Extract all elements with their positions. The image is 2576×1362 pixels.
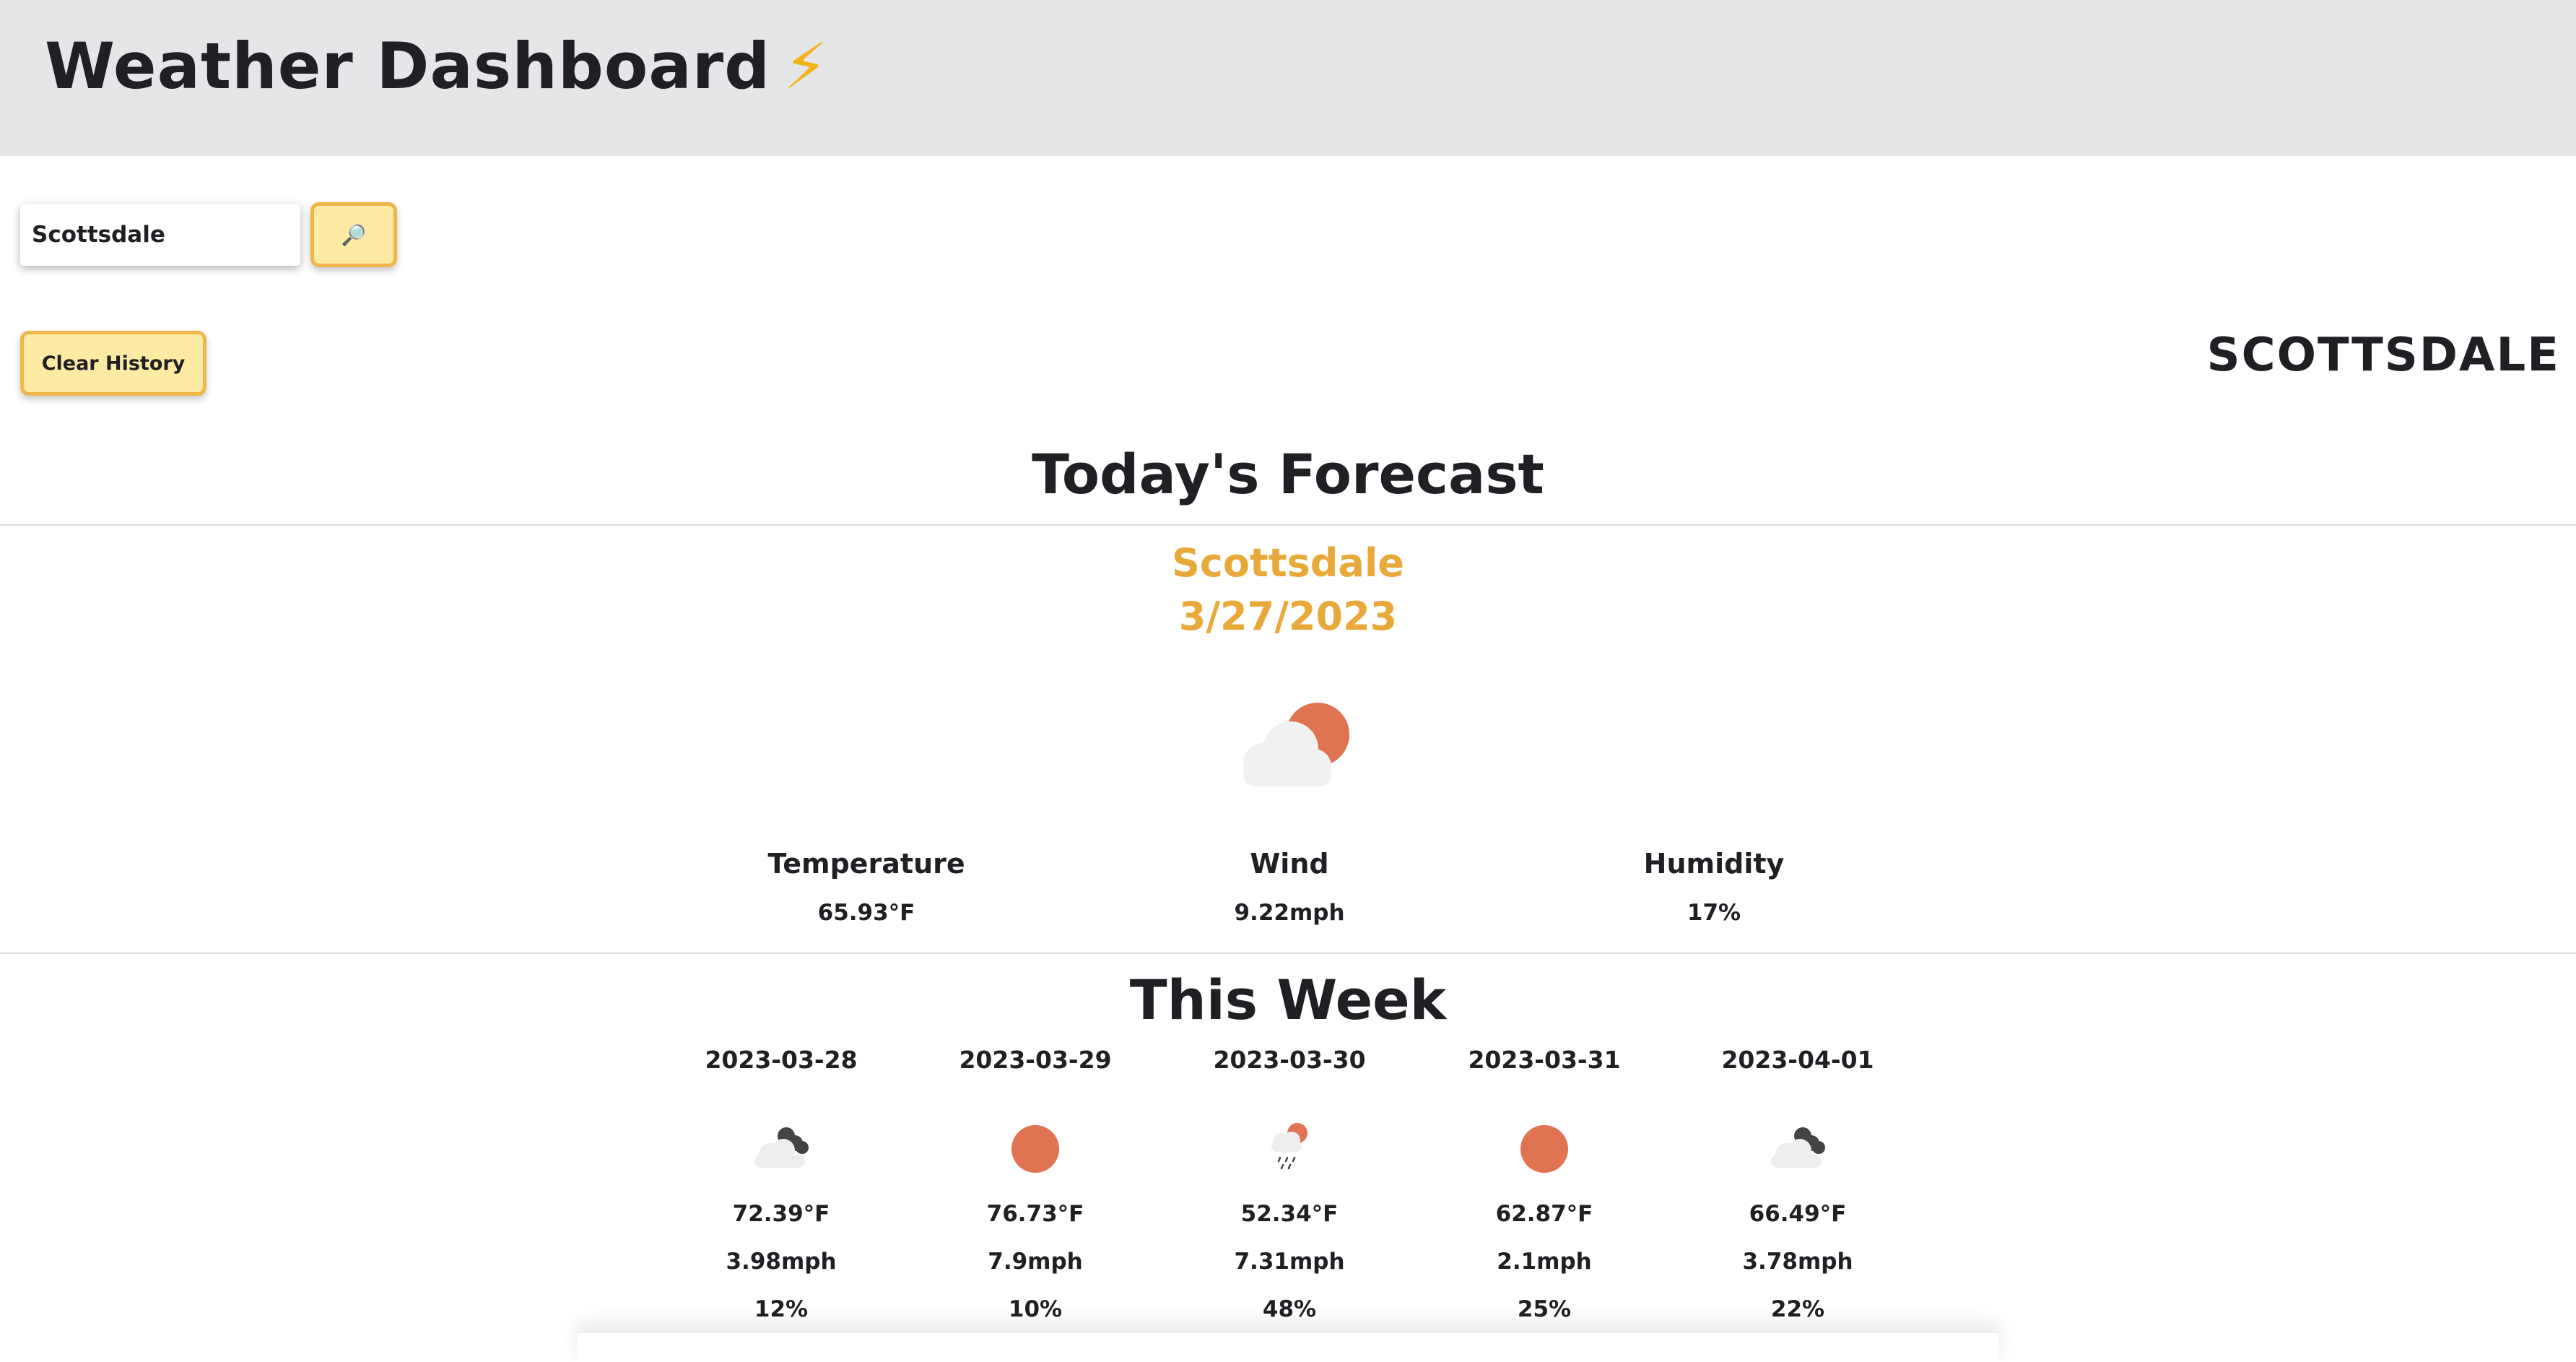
forecast-temp: 76.73°F — [986, 1201, 1084, 1227]
sun-icon — [1520, 1125, 1568, 1173]
wind-label: Wind — [1250, 848, 1329, 880]
cloudy-icon — [754, 1127, 809, 1168]
partly-cloudy-day-icon — [1243, 703, 1349, 786]
app-title-text: Weather Dashboard — [45, 29, 771, 103]
search-icon: 🔎 — [341, 222, 367, 247]
forecast-humidity: 10% — [1008, 1296, 1063, 1322]
current-date: 3/27/2023 — [1178, 594, 1398, 639]
forecast-date: 2023-03-29 — [959, 1046, 1112, 1074]
forecast-date: 2023-04-01 — [1721, 1046, 1874, 1074]
temperature-value: 65.93°F — [817, 900, 915, 926]
forecast-temp: 72.39°F — [732, 1201, 830, 1227]
forecast-date: 2023-03-28 — [705, 1046, 858, 1074]
forecast-day-card: 2023-03-30 52.34°F 7.31mph 48% — [1181, 1046, 1398, 1322]
forecast-date: 2023-03-30 — [1213, 1046, 1366, 1074]
forecast-humidity: 22% — [1770, 1296, 1825, 1322]
forecast-wind: 3.98mph — [726, 1249, 837, 1275]
divider — [0, 524, 2576, 526]
clear-history-button[interactable]: Clear History — [20, 331, 206, 396]
history-city-scottsdale[interactable]: SCOTTSDALE — [2207, 329, 2561, 382]
humidity-stat: Humidity 17% — [1570, 848, 1858, 926]
sun-icon — [1011, 1125, 1059, 1173]
forecast-wind: 7.9mph — [988, 1249, 1083, 1275]
current-city-name: Scottsdale — [1172, 540, 1404, 586]
lightning-icon: ⚡ — [783, 29, 829, 103]
forecast-day-card: 2023-03-29 76.73°F 7.9mph 10% — [927, 1046, 1144, 1322]
forecast-humidity: 12% — [754, 1296, 809, 1322]
temperature-stat: Temperature 65.93°F — [722, 848, 1011, 926]
forecast-temp: 52.34°F — [1240, 1201, 1339, 1227]
forecast-temp: 66.49°F — [1749, 1201, 1847, 1227]
forecast-humidity: 25% — [1517, 1296, 1572, 1322]
forecast-day-card: 2023-03-31 62.87°F 2.1mph 25% — [1436, 1046, 1653, 1322]
city-search-input[interactable] — [20, 204, 300, 266]
header-bar: Weather Dashboard ⚡ — [0, 0, 2576, 156]
humidity-value: 17% — [1687, 900, 1741, 926]
forecast-day-card: 2023-03-28 72.39°F 3.98mph 12% — [673, 1046, 889, 1322]
forecast-wind: 7.31mph — [1234, 1249, 1345, 1275]
humidity-label: Humidity — [1643, 848, 1785, 880]
forecast-date: 2023-03-31 — [1468, 1046, 1621, 1074]
wind-value: 9.22mph — [1234, 900, 1345, 926]
this-week-heading: This Week — [1129, 968, 1447, 1032]
forecast-wind: 2.1mph — [1497, 1249, 1592, 1275]
forecast-day-card: 2023-04-01 66.49°F 3.78mph 22% — [1689, 1046, 1906, 1322]
rain-sun-icon — [1271, 1123, 1307, 1170]
forecast-temp: 62.87°F — [1495, 1201, 1593, 1227]
cloudy-icon — [1771, 1127, 1825, 1168]
forecast-wind: 3.78mph — [1742, 1249, 1853, 1275]
forecast-humidity: 48% — [1262, 1296, 1317, 1322]
search-button[interactable]: 🔎 — [310, 202, 397, 267]
temperature-label: Temperature — [767, 848, 965, 880]
wind-stat: Wind 9.22mph — [1145, 848, 1434, 926]
app-title: Weather Dashboard ⚡ — [45, 29, 829, 103]
footer-shadow — [578, 1333, 1998, 1362]
todays-forecast-heading: Today's Forecast — [1032, 442, 1544, 506]
divider — [0, 953, 2576, 954]
